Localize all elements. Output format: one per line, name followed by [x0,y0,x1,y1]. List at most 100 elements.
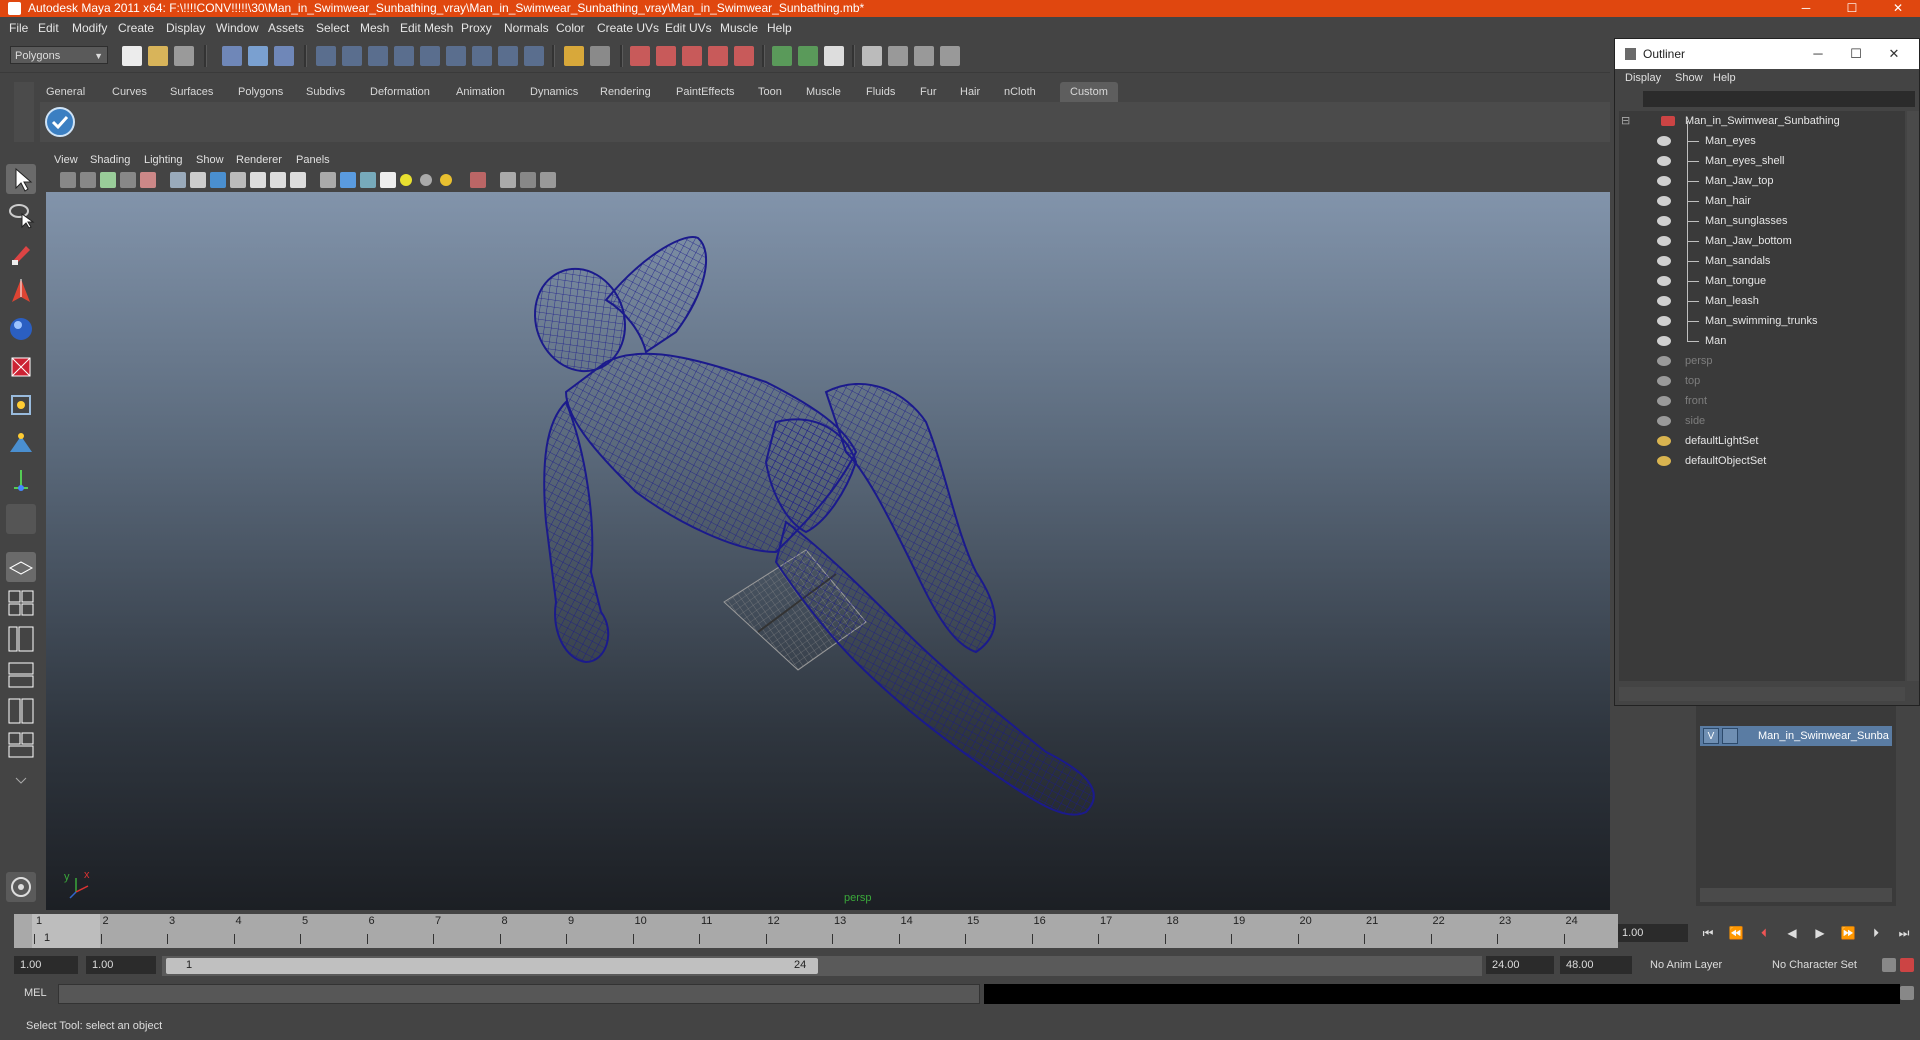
play-forwards-button[interactable]: ▶ [1808,924,1832,942]
open-scene-icon[interactable] [148,46,168,66]
checkmark-shelf-icon[interactable] [44,106,76,138]
snap-view-plane-icon[interactable] [708,46,728,66]
collapse-toggle-icon[interactable]: ⊟ [1621,111,1630,131]
outliner-item-child[interactable]: Man_hair [1619,191,1905,211]
playback-end-field[interactable]: 24.00 [1486,956,1554,974]
maximize-button[interactable]: ☐ [1834,0,1870,17]
menu-help[interactable]: Help [767,21,792,35]
snap-point-icon[interactable] [682,46,702,66]
show-manipulator-icon[interactable] [6,466,36,496]
menu-set-dropdown[interactable]: Polygons ▼ [10,46,108,64]
viewport-menu-panels[interactable]: Panels [296,154,330,166]
shelf-tab-painteffects[interactable]: PaintEffects [672,82,739,102]
last-tool-icon[interactable] [6,504,36,534]
command-input[interactable] [58,984,980,1004]
textured-icon[interactable] [380,172,396,188]
menu-assets[interactable]: Assets [268,21,304,35]
layer-visibility-toggle[interactable]: V [1703,728,1719,744]
step-back-button[interactable]: ⏪ [1724,924,1748,942]
character-tool-icon[interactable] [6,872,36,902]
highlight-selection-icon[interactable] [590,46,610,66]
outliner-item-child[interactable]: Man_tongue [1619,271,1905,291]
menu-window[interactable]: Window [216,21,259,35]
shelf-tab-toon[interactable]: Toon [754,82,786,102]
select-hierarchy-icon[interactable] [222,46,242,66]
camera-attributes-icon[interactable] [80,172,96,188]
film-gate-icon[interactable] [190,172,206,188]
wireframe-on-shaded-icon[interactable] [360,172,376,188]
menu-normals[interactable]: Normals [504,21,549,35]
menu-mesh[interactable]: Mesh [360,21,389,35]
menu-edit[interactable]: Edit [38,21,59,35]
outliner-item-child[interactable]: Man_swimming_trunks [1619,311,1905,331]
make-live-icon[interactable] [734,46,754,66]
outliner-camera-item[interactable]: side [1619,411,1905,431]
ipr-render-icon[interactable] [888,46,908,66]
soft-modification-icon[interactable] [6,428,36,458]
script-editor-icon[interactable] [1900,986,1914,1000]
shelf-tab-fluids[interactable]: Fluids [862,82,899,102]
outliner-vertical-scrollbar[interactable] [1907,111,1919,681]
resolution-gate-icon[interactable] [210,172,226,188]
layout-menu-icon[interactable] [6,770,36,790]
shelf-tab-surfaces[interactable]: Surfaces [166,82,217,102]
persp-graph-outliner-layout-icon[interactable] [6,730,36,760]
help-question-icon[interactable] [524,46,544,66]
layer-type-toggle[interactable] [1722,728,1738,744]
xray-components-icon[interactable] [540,172,556,188]
image-plane-icon[interactable] [120,172,136,188]
shelf-tab-muscle[interactable]: Muscle [802,82,845,102]
outliner-item-child[interactable]: Man_Jaw_bottom [1619,231,1905,251]
shelf-tab-dynamics[interactable]: Dynamics [526,82,582,102]
outliner-minimize-button[interactable]: ─ [1803,39,1833,69]
outliner-item-root[interactable]: ⊟ Man_in_Swimwear_Sunbathing [1619,111,1905,131]
menu-create[interactable]: Create [118,21,154,35]
shelf-tab-ncloth[interactable]: nCloth [1000,82,1040,102]
outliner-menu-display[interactable]: Display [1625,72,1661,84]
snap-curve-icon[interactable] [656,46,676,66]
move-tool-icon[interactable] [6,276,36,306]
single-perspective-layout-icon[interactable] [6,552,36,582]
time-slider[interactable]: 1 1 2 3 4 5 6 7 8 9 10 11 12 13 14 15 16 17 18 19 20 21 22 23 2… [14,914,1618,948]
xray-joints-icon[interactable] [520,172,536,188]
outliner-item-child[interactable]: Man [1619,331,1905,351]
play-backwards-button[interactable]: ◀ [1780,924,1804,942]
save-scene-icon[interactable] [174,46,194,66]
persp-outliner-layout-icon[interactable] [6,624,36,654]
outliner-item-child[interactable]: Man_leash [1619,291,1905,311]
shelf-tab-deformation[interactable]: Deformation [366,82,434,102]
smooth-shade-icon[interactable] [340,172,356,188]
hypershade-persp-layout-icon[interactable] [6,696,36,726]
snap-grid-icon[interactable] [630,46,650,66]
menu-create-uvs[interactable]: Create UVs [597,21,659,35]
current-frame-field[interactable]: 1.00 [1618,924,1688,942]
shelf-tab-animation[interactable]: Animation [452,82,509,102]
lock-selection-icon[interactable] [564,46,584,66]
outliner-camera-item[interactable]: front [1619,391,1905,411]
shadows-icon[interactable] [440,174,452,186]
gate-mask-icon[interactable] [230,172,246,188]
select-misc-icon[interactable] [498,46,518,66]
playback-start-field[interactable]: 1.00 [86,956,156,974]
select-dynamics-icon[interactable] [446,46,466,66]
input-output-icon[interactable] [772,46,792,66]
safe-action-icon[interactable] [270,172,286,188]
step-forward-key-button[interactable]: ⏵ [1864,924,1888,942]
outliner-title-bar[interactable]: Outliner ─ ☐ ✕ [1615,39,1919,69]
menu-edit-mesh[interactable]: Edit Mesh [400,21,453,35]
menu-edit-uvs[interactable]: Edit UVs [665,21,712,35]
select-joints-icon[interactable] [342,46,362,66]
close-button[interactable]: ✕ [1880,0,1916,17]
menu-muscle[interactable]: Muscle [720,21,758,35]
shelf-menu-handle[interactable] [14,82,34,142]
hypershade-icon[interactable] [940,46,960,66]
end-time-field[interactable]: 48.00 [1560,956,1632,974]
shelf-tab-rendering[interactable]: Rendering [596,82,655,102]
isolate-select-icon[interactable] [470,172,486,188]
xray-icon[interactable] [500,172,516,188]
field-chart-icon[interactable] [250,172,266,188]
viewport-menu-lighting[interactable]: Lighting [144,154,183,166]
all-lights-icon[interactable] [420,174,432,186]
bookmarks-icon[interactable] [100,172,116,188]
menu-display[interactable]: Display [166,21,205,35]
